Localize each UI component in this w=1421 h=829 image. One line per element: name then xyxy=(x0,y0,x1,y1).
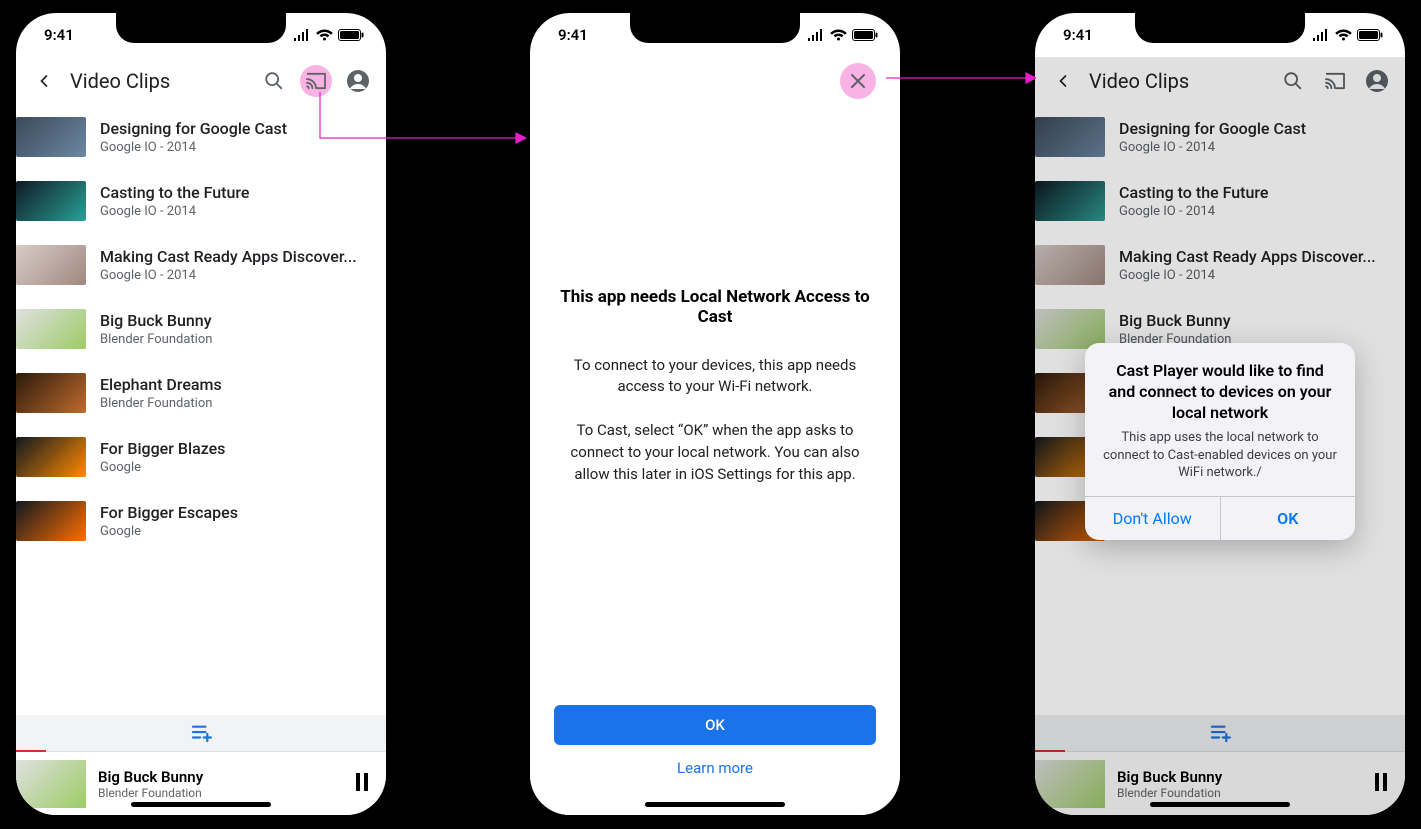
pause-icon xyxy=(1373,773,1389,791)
status-icons xyxy=(807,29,878,41)
back-button[interactable] xyxy=(1047,65,1079,97)
status-time: 9:41 xyxy=(558,26,588,44)
close-button[interactable] xyxy=(840,63,876,99)
video-thumbnail xyxy=(16,117,86,157)
status-icons xyxy=(293,29,364,41)
chevron-left-icon xyxy=(1053,71,1073,91)
mini-player-thumbnail xyxy=(1035,760,1105,808)
video-title: Casting to the Future xyxy=(1119,183,1391,202)
video-thumbnail xyxy=(1035,117,1105,157)
video-subtitle: Google IO - 2014 xyxy=(100,268,372,283)
video-title: Making Cast Ready Apps Discover... xyxy=(1119,247,1391,266)
video-subtitle: Google IO - 2014 xyxy=(1119,140,1391,155)
video-thumbnail xyxy=(1035,181,1105,221)
queue-bar[interactable] xyxy=(16,715,386,751)
close-icon xyxy=(850,73,866,89)
video-title: Making Cast Ready Apps Discover... xyxy=(100,247,372,266)
info-paragraph: To Cast, select “OK” when the app asks t… xyxy=(554,420,876,485)
video-title: Big Buck Bunny xyxy=(100,311,372,330)
chevron-left-icon xyxy=(34,71,54,91)
mini-player-title: Big Buck Bunny xyxy=(98,768,342,786)
back-button[interactable] xyxy=(28,65,60,97)
status-time: 9:41 xyxy=(1063,26,1093,44)
cellular-icon xyxy=(293,29,311,41)
list-item[interactable]: Casting to the Future Google IO - 2014 xyxy=(1035,169,1405,233)
list-item[interactable]: For Bigger Escapes Google xyxy=(16,489,386,553)
battery-icon xyxy=(1357,29,1383,41)
cast-icon xyxy=(1324,72,1346,90)
mini-player-thumbnail xyxy=(16,760,86,808)
mini-player-subtitle: Blender Foundation xyxy=(1117,786,1361,800)
page-title: Video Clips xyxy=(70,69,248,93)
video-thumbnail xyxy=(1035,245,1105,285)
app-bar: Video Clips xyxy=(1035,57,1405,105)
video-thumbnail xyxy=(16,501,86,541)
battery-icon xyxy=(338,29,364,41)
video-subtitle: Google IO - 2014 xyxy=(100,204,372,219)
page-title: Video Clips xyxy=(1089,69,1267,93)
pause-button[interactable] xyxy=(1373,773,1389,795)
wifi-icon xyxy=(1335,29,1352,41)
video-thumbnail xyxy=(16,437,86,477)
alert-title: Cast Player would like to find and conne… xyxy=(1101,361,1339,423)
account-circle-icon xyxy=(1365,69,1389,93)
video-title: For Bigger Blazes xyxy=(100,439,372,458)
playlist-add-icon xyxy=(1209,724,1231,742)
cellular-icon xyxy=(807,29,825,41)
learn-more-link[interactable]: Learn more xyxy=(554,745,876,791)
video-subtitle: Google IO - 2014 xyxy=(1119,204,1391,219)
flow-arrow xyxy=(886,70,1036,86)
list-item[interactable]: Casting to the Future Google IO - 2014 xyxy=(16,169,386,233)
flow-arrow xyxy=(316,72,526,152)
video-title: Big Buck Bunny xyxy=(1119,311,1391,330)
video-thumbnail xyxy=(16,181,86,221)
wifi-icon xyxy=(830,29,847,41)
video-thumbnail xyxy=(16,245,86,285)
video-subtitle: Google IO - 2014 xyxy=(1119,268,1391,283)
dont-allow-button[interactable]: Don't Allow xyxy=(1085,497,1220,540)
search-button[interactable] xyxy=(1277,65,1309,97)
video-subtitle: Blender Foundation xyxy=(100,332,372,347)
queue-bar[interactable] xyxy=(1035,715,1405,751)
search-icon xyxy=(1282,70,1304,92)
battery-icon xyxy=(852,29,878,41)
search-icon xyxy=(263,70,285,92)
video-subtitle: Blender Foundation xyxy=(100,396,372,411)
pause-button[interactable] xyxy=(354,773,370,795)
ios-permission-alert: Cast Player would like to find and conne… xyxy=(1085,343,1355,540)
video-list: Designing for Google CastGoogle IO - 201… xyxy=(16,105,386,553)
video-thumbnail xyxy=(16,373,86,413)
wifi-icon xyxy=(316,29,333,41)
mini-player-subtitle: Blender Foundation xyxy=(98,786,342,800)
video-thumbnail xyxy=(16,309,86,349)
alert-ok-button[interactable]: OK xyxy=(1220,497,1356,540)
video-title: For Bigger Escapes xyxy=(100,503,372,522)
video-title: Casting to the Future xyxy=(100,183,372,202)
video-title: Elephant Dreams xyxy=(100,375,372,394)
video-subtitle: Google xyxy=(100,524,372,539)
video-subtitle: Google xyxy=(100,460,372,475)
video-title: Designing for Google Cast xyxy=(1119,119,1391,138)
info-heading: This app needs Local Network Access to C… xyxy=(554,287,876,327)
list-item[interactable]: Designing for Google Cast Google IO - 201… xyxy=(1035,105,1405,169)
info-paragraph: To connect to your devices, this app nee… xyxy=(554,355,876,399)
ok-button[interactable]: OK xyxy=(554,705,876,745)
list-item[interactable]: For Bigger Blazes Google xyxy=(16,425,386,489)
mini-player-title: Big Buck Bunny xyxy=(1117,768,1361,786)
list-item[interactable]: Big Buck Bunny Blender Foundation xyxy=(16,297,386,361)
list-item[interactable]: Making Cast Ready Apps Discover... Google… xyxy=(1035,233,1405,297)
status-icons xyxy=(1312,29,1383,41)
list-item[interactable]: Elephant Dreams Blender Foundation xyxy=(16,361,386,425)
cast-button[interactable] xyxy=(1319,65,1351,97)
pause-icon xyxy=(354,773,370,791)
alert-message: This app uses the local network to conne… xyxy=(1101,429,1339,482)
status-time: 9:41 xyxy=(44,26,74,44)
search-button[interactable] xyxy=(258,65,290,97)
playlist-add-icon xyxy=(190,724,212,742)
list-item[interactable]: Making Cast Ready Apps Discover... Google… xyxy=(16,233,386,297)
cellular-icon xyxy=(1312,29,1330,41)
account-button[interactable] xyxy=(1361,65,1393,97)
